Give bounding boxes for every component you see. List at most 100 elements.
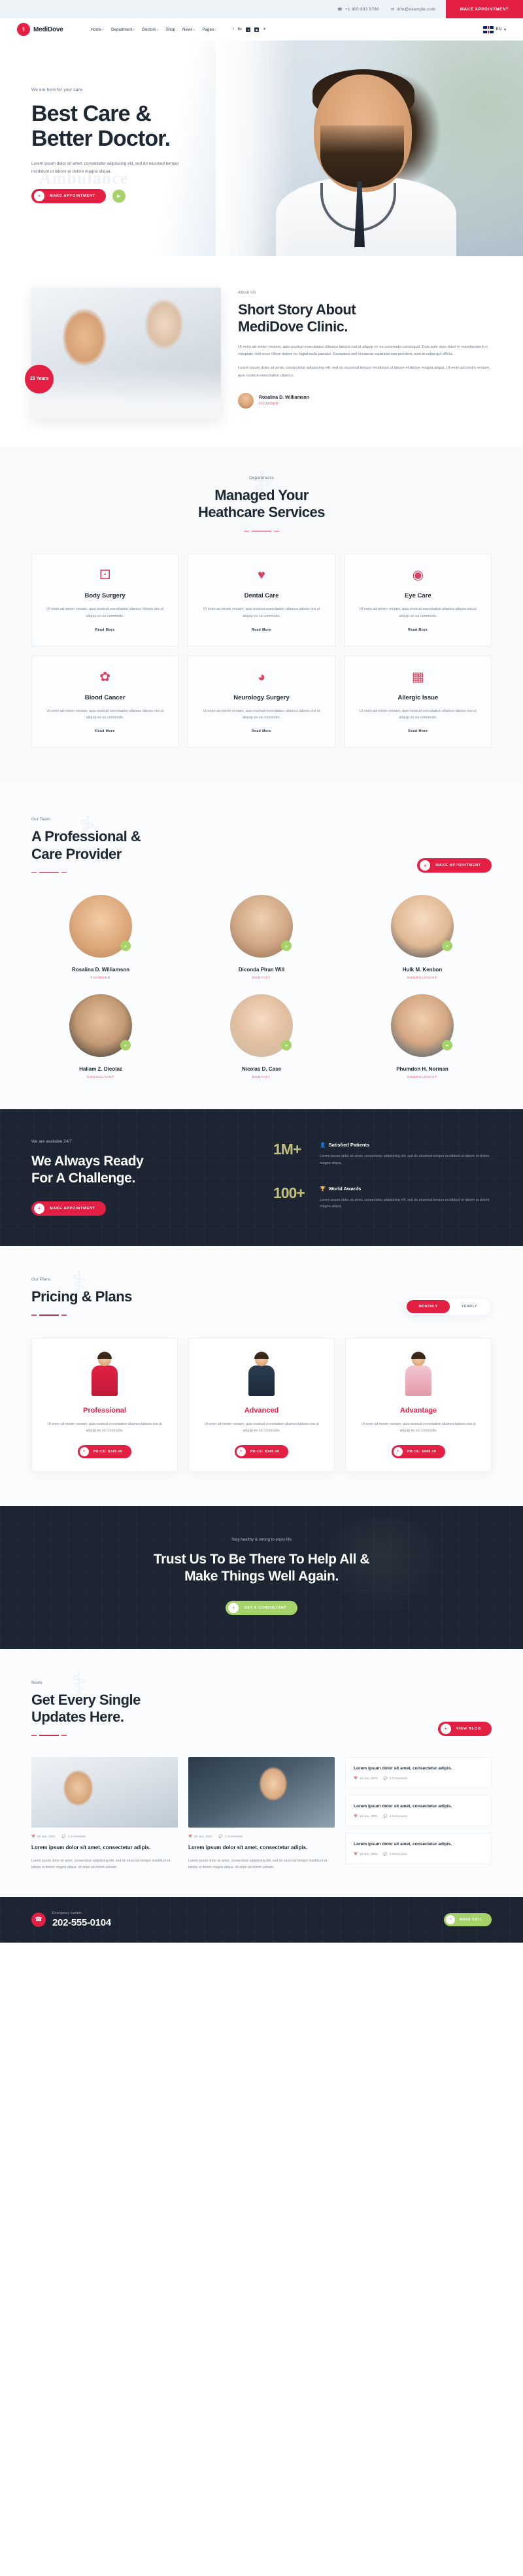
facebook-icon[interactable]: f	[233, 27, 234, 31]
member-role: NEUROLOGIST	[407, 977, 437, 980]
nav-label: Home	[90, 27, 102, 32]
about-title-line1: Short Story About	[238, 301, 356, 318]
card-read-more-link[interactable]: Read More	[95, 729, 115, 733]
globe-icon[interactable]: ☀	[263, 27, 266, 31]
pricing-plan-card[interactable]: Professional Ut enim ad minim veniam, qu…	[31, 1337, 178, 1472]
plus-icon[interactable]: +	[120, 1040, 131, 1051]
plan-text: Ut enim ad minim veniam, quis nostrud ex…	[204, 1422, 319, 1433]
team-member[interactable]: + Phumdon H. Norman NEUROLOGIST	[353, 994, 492, 1079]
pricing-plan-card[interactable]: Advanced Ut enim ad minim veniam, quis n…	[188, 1337, 335, 1472]
trophy-icon: 🏆	[320, 1185, 326, 1192]
topbar-email-text: info@example.com	[397, 7, 435, 12]
nav-item-pages[interactable]: Pages+	[202, 27, 216, 32]
about-experience-badge: 25 Years	[25, 365, 54, 393]
about-eyebrow: About Us	[238, 290, 256, 295]
post-comments-text: 3 Comments	[67, 1835, 86, 1839]
call-number[interactable]: 202-555-0104	[52, 1917, 111, 1928]
nav-item-home[interactable]: Home+	[91, 27, 104, 32]
plan-price-button[interactable]: + PRICE: $349.00	[234, 1445, 289, 1458]
team-member[interactable]: + Haliam Z. Dicolaz CONSULTANT	[31, 994, 170, 1079]
user-icon: 👤	[320, 1142, 326, 1148]
card-title: Neurology Surgery	[233, 694, 290, 701]
plan-name: Advanced	[244, 1406, 279, 1414]
chevron-down-icon: +	[214, 27, 216, 32]
plus-icon: +	[393, 1447, 403, 1456]
card-read-more-link[interactable]: Read More	[252, 628, 271, 632]
news-mini-card[interactable]: Lorem ipsum dolor sit amet, consectetur …	[345, 1832, 492, 1864]
plus-icon: +	[236, 1447, 246, 1456]
envelope-icon: ✉	[390, 7, 395, 12]
plus-icon: +	[446, 1915, 456, 1924]
language-label: EN	[496, 27, 501, 31]
department-card[interactable]: ◕ Neurology Surgery Ut enim ad minim ven…	[188, 655, 335, 748]
plus-icon[interactable]: +	[120, 941, 131, 952]
plan-price-button[interactable]: + PRICE: $249.00	[77, 1445, 132, 1458]
team-member[interactable]: + Nicolas D. Case DENTIST	[192, 994, 331, 1079]
card-text: Ut enim ad minim veniam, quis nostrud ex…	[46, 607, 164, 618]
team-member[interactable]: + Diconda Plran Will DENTIST	[192, 895, 331, 980]
calendar-icon: 📅	[31, 1835, 35, 1839]
news-post-card[interactable]: 📅 26 Jan, 2021 💬 3 Comments Lorem ipsum do…	[31, 1756, 178, 1871]
card-title: Body Surgery	[84, 592, 126, 600]
nav-item-department[interactable]: Department+	[111, 27, 135, 32]
team-section: ⚕ Our Team A Professional & Care Provide…	[0, 783, 523, 1110]
pricing-period-toggle[interactable]: MONTHLY YEARLY	[404, 1297, 492, 1316]
avatar: +	[230, 994, 293, 1058]
topbar-phone[interactable]: ☎ +1 800 833 9780	[337, 7, 379, 12]
plan-figure-hair	[254, 1351, 269, 1359]
department-card[interactable]: ▦ Allergic Issue Ut enim ad minim veniam…	[344, 655, 492, 748]
team-appointment-button[interactable]: + MAKE APPOINTMENT	[417, 858, 492, 873]
card-title: Blood Cancer	[84, 694, 126, 701]
post-image	[31, 1756, 178, 1828]
nav-item-news[interactable]: News+	[182, 27, 195, 32]
view-blog-button[interactable]: + VIEW BLOG	[437, 1721, 492, 1736]
department-card[interactable]: ✿ Blood Cancer Ut enim ad minim veniam, …	[31, 655, 179, 748]
main-navigation: ⚕ MediDove Home+ Department+ Doctors+ Sh…	[0, 18, 523, 41]
news-post-card[interactable]: 📅 26 Jan, 2021 💬 3 Comments Lorem ipsum do…	[188, 1756, 335, 1871]
plus-icon[interactable]: +	[442, 941, 452, 952]
cta-consultant-button[interactable]: + GET A CONSULTANT	[226, 1600, 297, 1615]
hero-appointment-button[interactable]: + MAKE APPOINTMENT	[31, 188, 106, 203]
calendar-icon: 📅	[188, 1835, 192, 1839]
card-read-more-link[interactable]: Read More	[95, 628, 115, 632]
play-icon[interactable]: ▶	[112, 189, 126, 203]
plus-icon[interactable]: +	[442, 1040, 452, 1051]
department-cards: ⚀ Body Surgery Ut enim ad minim veniam, …	[0, 531, 523, 748]
toggle-yearly[interactable]: YEARLY	[450, 1300, 489, 1313]
toggle-monthly[interactable]: MONTHLY	[407, 1299, 450, 1313]
plus-icon[interactable]: +	[281, 1040, 292, 1051]
post-meta: 📅 26 Jan, 2021 💬 3 Comments	[188, 1835, 335, 1839]
department-card[interactable]: ♥ Dental Care Ut enim ad minim veniam, q…	[188, 554, 335, 646]
calendar-icon: 📅	[354, 1815, 358, 1818]
language-switcher[interactable]: EN ▾	[482, 25, 506, 33]
card-read-more-link[interactable]: Read More	[408, 729, 428, 733]
news-mini-card[interactable]: Lorem ipsum dolor sit amet, consectetur …	[345, 1794, 492, 1826]
card-read-more-link[interactable]: Read More	[408, 628, 428, 632]
topbar-appointment-button[interactable]: MAKE APPOINTMENT	[446, 0, 523, 18]
pricing-plan-card[interactable]: Advantage Ut enim ad minim veniam, quis …	[345, 1337, 492, 1472]
dribbble-icon[interactable]: ●	[246, 27, 251, 32]
team-member[interactable]: + Hulk M. Kenbon NEUROLOGIST	[353, 895, 492, 980]
hero-button-label: MAKE APPOINTMENT	[50, 193, 95, 198]
plan-figure-hair	[97, 1351, 112, 1359]
team-member[interactable]: + Rosalina D. Williamson FOUNDER	[31, 895, 170, 980]
member-role: CONSULTANT	[87, 1076, 114, 1080]
about-media: 25 Years	[25, 288, 221, 418]
plan-price-button[interactable]: + PRICE: $449.00	[391, 1445, 446, 1458]
body-surgery-icon: ⚀	[99, 568, 111, 583]
news-mini-card[interactable]: Lorem ipsum dolor sit amet, consectetur …	[345, 1756, 492, 1788]
card-read-more-link[interactable]: Read More	[252, 729, 271, 733]
stats-left: We are available 24/7 We Always Ready Fo…	[31, 1139, 247, 1216]
behance-icon[interactable]: Be	[237, 27, 242, 31]
nav-item-doctors[interactable]: Doctors+	[142, 27, 158, 32]
nav-item-shop[interactable]: Shop	[166, 27, 175, 32]
instagram-icon[interactable]: ▣	[254, 27, 260, 32]
make-call-button[interactable]: + MAKE CALL	[444, 1913, 492, 1926]
department-card[interactable]: ⚀ Body Surgery Ut enim ad minim veniam, …	[31, 554, 179, 646]
topbar-email[interactable]: ✉ info@example.com	[391, 7, 435, 12]
department-card[interactable]: ◉ Eye Care Ut enim ad minim veniam, quis…	[344, 554, 492, 646]
plus-icon[interactable]: +	[281, 941, 292, 952]
stats-appointment-button[interactable]: + MAKE APPOINTMENT	[31, 1201, 106, 1216]
nav-social-links: f Be ● ▣ ☀	[233, 27, 266, 32]
brand-logo[interactable]: ⚕ MediDove	[17, 23, 63, 36]
